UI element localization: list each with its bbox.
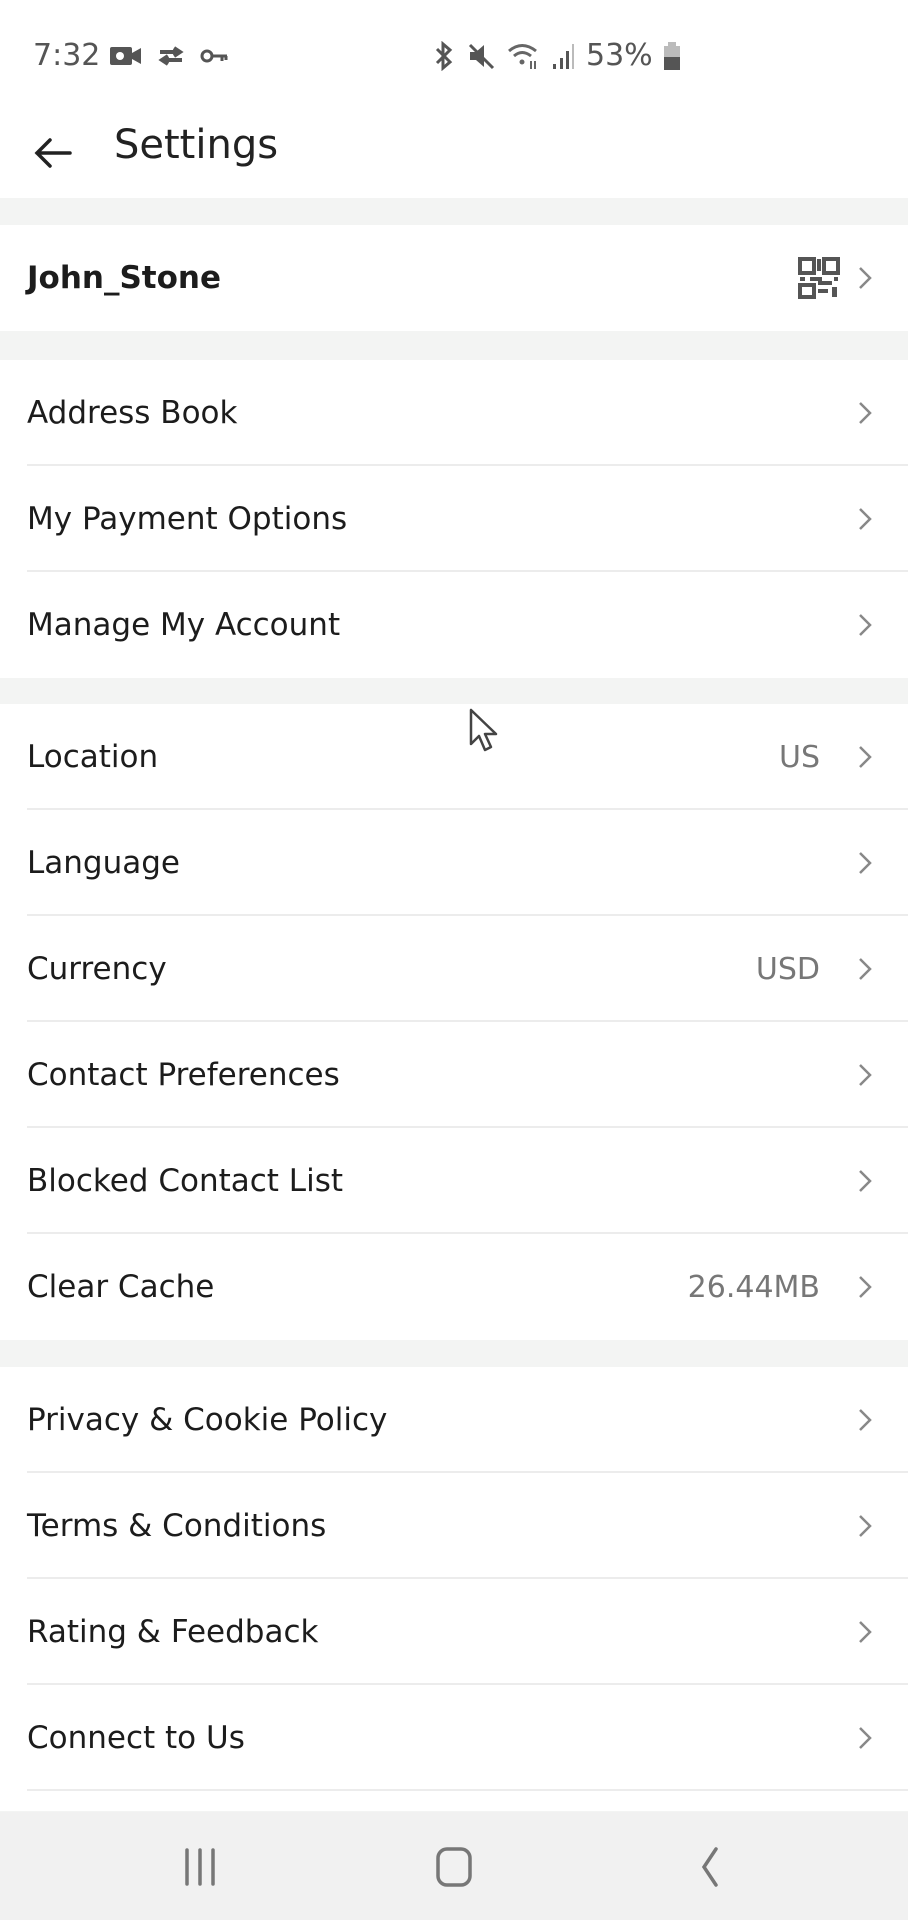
key-icon (200, 49, 228, 63)
sync-check-icon (158, 46, 184, 66)
item-label: My Payment Options (27, 501, 348, 537)
settings-item-blocked-contacts[interactable]: Blocked Contact List (0, 1128, 908, 1234)
username: John_Stone (27, 260, 222, 296)
account-section: Address Book My Payment Options Manage M… (0, 360, 908, 678)
chevron-right-icon (859, 958, 872, 980)
item-label: Language (27, 845, 180, 881)
page-title: Settings (114, 122, 279, 168)
settings-item-currency[interactable]: Currency USD (0, 916, 908, 1022)
profile-section: John_Stone (0, 225, 908, 331)
legal-section: Privacy & Cookie Policy Terms & Conditio… (0, 1367, 908, 1811)
video-record-icon (110, 47, 141, 65)
chevron-right-icon (859, 402, 872, 424)
settings-item-contact-preferences[interactable]: Contact Preferences (0, 1022, 908, 1128)
item-label: Rating & Feedback (27, 1614, 319, 1650)
item-value: USD (755, 951, 820, 987)
item-label: Terms & Conditions (27, 1508, 327, 1544)
signal-icon (553, 43, 574, 69)
chevron-right-icon (859, 1621, 872, 1643)
settings-item-rating-feedback[interactable]: Rating & Feedback (0, 1579, 908, 1685)
chevron-right-icon (859, 1170, 872, 1192)
divider (27, 1789, 908, 1791)
cache-size: 26.44MB (687, 1269, 820, 1305)
item-label: Clear Cache (27, 1269, 215, 1305)
item-label: Privacy & Cookie Policy (27, 1402, 388, 1438)
settings-item-privacy-policy[interactable]: Privacy & Cookie Policy (0, 1367, 908, 1473)
item-label: Connect to Us (27, 1720, 245, 1756)
item-label: Location (27, 739, 159, 775)
wifi-icon (508, 43, 537, 69)
chevron-right-icon (859, 508, 872, 530)
settings-item-location[interactable]: Location US (0, 704, 908, 810)
preferences-section: Location US Language Currency USD Contac… (0, 704, 908, 1340)
mute-icon (468, 43, 495, 69)
status-bar: 7:32 53% (0, 0, 908, 110)
system-nav-bar (0, 1812, 908, 1920)
settings-item-address-book[interactable]: Address Book (0, 360, 908, 466)
bluetooth-icon (435, 40, 453, 71)
chevron-right-icon (859, 746, 872, 768)
app-header: Settings (0, 110, 908, 198)
item-label: Blocked Contact List (27, 1163, 343, 1199)
settings-item-manage-account[interactable]: Manage My Account (0, 572, 908, 678)
home-button[interactable] (424, 1842, 484, 1892)
battery-percent: 53% (586, 38, 653, 73)
arrow-left-icon[interactable] (30, 128, 80, 178)
qr-code-icon[interactable] (798, 257, 840, 299)
settings-item-clear-cache[interactable]: Clear Cache 26.44MB (0, 1234, 908, 1340)
settings-item-language[interactable]: Language (0, 810, 908, 916)
status-time: 7:32 (33, 38, 101, 73)
profile-row[interactable]: John_Stone (0, 225, 908, 331)
item-label: Address Book (27, 395, 238, 431)
item-label: Currency (27, 951, 167, 987)
battery-icon (663, 41, 680, 70)
back-button[interactable] (678, 1842, 738, 1892)
chevron-right-icon (859, 614, 872, 636)
chevron-right-icon (859, 1727, 872, 1749)
chevron-right-icon (859, 1064, 872, 1086)
chevron-right-icon (859, 267, 872, 289)
recent-apps-button[interactable] (170, 1842, 230, 1892)
chevron-right-icon (859, 852, 872, 874)
item-label: Manage My Account (27, 607, 341, 643)
settings-item-payment-options[interactable]: My Payment Options (0, 466, 908, 572)
chevron-right-icon (859, 1515, 872, 1537)
settings-item-connect[interactable]: Connect to Us (0, 1685, 908, 1791)
settings-item-terms[interactable]: Terms & Conditions (0, 1473, 908, 1579)
mouse-cursor-icon (469, 708, 498, 752)
item-label: Contact Preferences (27, 1057, 340, 1093)
item-value: US (778, 739, 820, 775)
chevron-right-icon (859, 1409, 872, 1431)
chevron-right-icon (859, 1276, 872, 1298)
